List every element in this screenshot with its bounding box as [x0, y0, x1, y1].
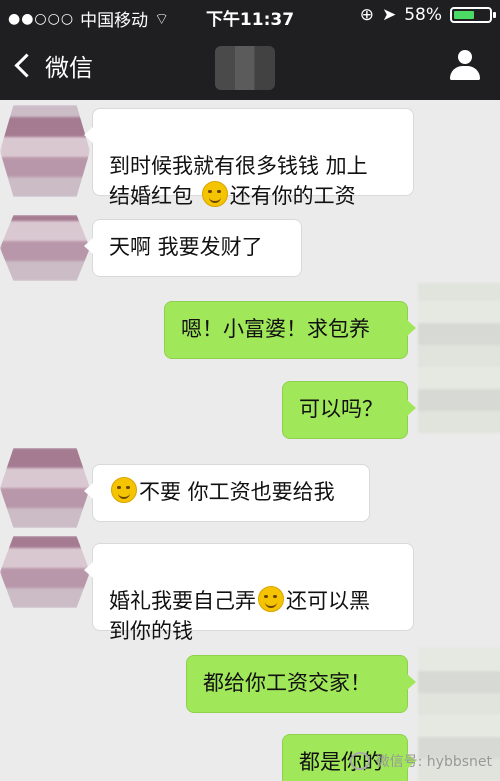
message-text: 天啊 我要发财了 — [109, 235, 263, 259]
watermark: 微信号: hybbsnet — [349, 751, 492, 771]
person-icon-head — [458, 50, 472, 64]
back-label: 微信 — [45, 54, 93, 82]
person-icon-body — [450, 66, 480, 80]
avatar-self[interactable] — [418, 283, 500, 433]
message-bubble-outgoing[interactable]: 可以吗？ — [282, 381, 416, 439]
location-icon: ➤ — [381, 5, 397, 25]
contact-info-icon[interactable] — [448, 50, 482, 82]
message-bubble-incoming[interactable]: 到时候我就有很多钱钱 加上 结婚红包 还有你的工资 — [84, 108, 414, 208]
nav-bar: 微信 — [0, 38, 500, 96]
smiling-face-emoji-icon — [201, 181, 228, 207]
smiling-face-emoji-icon — [111, 477, 137, 503]
message-text: 都给你工资交家！ — [203, 671, 371, 695]
wechat-icon — [349, 752, 370, 770]
message-text: 可以吗？ — [299, 397, 383, 421]
message-bubble-outgoing[interactable]: 嗯！小富婆！求包养 — [164, 301, 416, 359]
chevron-left-icon — [14, 53, 39, 78]
message-bubble-incoming[interactable]: 不要 你工资也要给我 — [84, 464, 370, 522]
message-bubble-incoming[interactable]: 婚礼我要自己弄 还可以黑 到你的钱 — [84, 543, 414, 643]
avatar-contact[interactable] — [0, 215, 90, 281]
message-text: 不要 你工资也要给我 — [139, 480, 335, 504]
message-bubble-outgoing[interactable]: 都给你工资交家！ — [186, 655, 416, 713]
top-bar: ●●○○○ 中国移动 ⌔ 下午11:37 ⊕ ➤ 58% 微信 — [0, 0, 500, 100]
message-text: 婚礼我要自己弄 — [109, 589, 256, 613]
message-text: 还有你的工资 — [229, 184, 356, 208]
watermark-text: 微信号: hybbsnet — [375, 754, 492, 770]
avatar-contact[interactable] — [0, 448, 90, 528]
message-text: 嗯！小富婆！求包养 — [181, 317, 370, 341]
chat-area[interactable]: 到时候我就有很多钱钱 加上 结婚红包 还有你的工资 天啊 我要发财了 嗯！小富婆… — [0, 100, 500, 781]
battery-percent: 58% — [404, 5, 442, 25]
avatar-contact[interactable] — [0, 536, 90, 608]
back-button[interactable]: 微信 — [14, 48, 93, 83]
status-bar: ●●○○○ 中国移动 ⌔ 下午11:37 ⊕ ➤ 58% — [0, 0, 500, 32]
chat-title-blurred — [215, 46, 275, 90]
message-bubble-incoming[interactable]: 天啊 我要发财了 — [84, 219, 302, 277]
battery-fill — [454, 11, 474, 19]
smiling-face-emoji-icon — [258, 586, 284, 612]
avatar-contact[interactable] — [0, 105, 90, 197]
battery-icon — [450, 7, 496, 23]
rotation-lock-icon: ⊕ — [359, 5, 374, 25]
